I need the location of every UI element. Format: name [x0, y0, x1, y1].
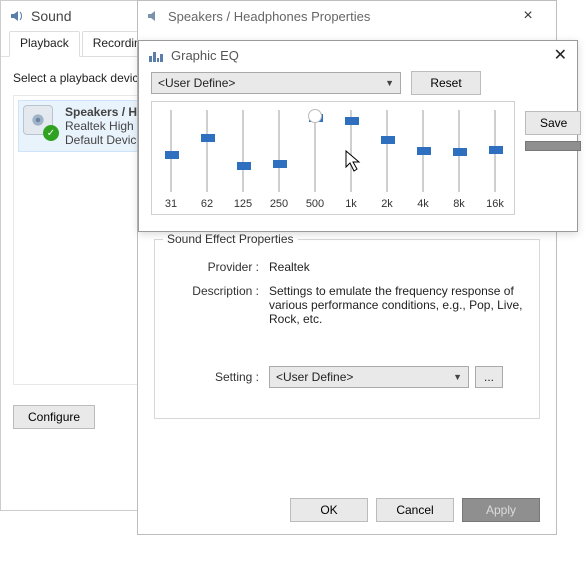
reset-button[interactable]: Reset — [411, 71, 481, 95]
sound-title: Sound — [31, 8, 71, 24]
apply-button[interactable]: Apply — [462, 498, 540, 522]
eq-thumb[interactable] — [453, 148, 467, 156]
eq-side-buttons: Save — [525, 111, 581, 151]
speaker-device-icon — [29, 111, 47, 129]
eq-thumb[interactable] — [201, 134, 215, 142]
eq-band-1k[interactable]: 1k — [340, 110, 362, 210]
description-value: Settings to emulate the frequency respon… — [269, 284, 525, 326]
eq-band-label: 8k — [453, 198, 465, 210]
eq-band-label: 16k — [486, 198, 504, 210]
eq-band-label: 125 — [234, 198, 252, 210]
setting-select[interactable]: <User Define> ▼ — [269, 366, 469, 388]
close-icon[interactable]: ✕ — [539, 45, 567, 65]
eq-sliders: 31 62 125 250 500 1k 2k 4k 8k 16k — [151, 101, 515, 215]
setting-label: Setting : — [169, 370, 269, 384]
eq-band-label: 31 — [165, 198, 177, 210]
eq-band-2k[interactable]: 2k — [376, 110, 398, 210]
chevron-down-icon: ▼ — [385, 78, 394, 88]
eq-band-500[interactable]: 500 — [304, 110, 326, 210]
eq-thumb[interactable] — [273, 160, 287, 168]
properties-title: Speakers / Headphones Properties — [168, 9, 370, 24]
eq-band-label: 4k — [417, 198, 429, 210]
eq-band-label: 250 — [270, 198, 288, 210]
description-label: Description : — [169, 284, 269, 326]
eq-thumb[interactable] — [165, 151, 179, 159]
provider-label: Provider : — [169, 260, 269, 274]
device-icon: ✓ — [23, 105, 57, 139]
eq-band-125[interactable]: 125 — [232, 110, 254, 210]
eq-title: Graphic EQ — [171, 48, 239, 63]
ok-button[interactable]: OK — [290, 498, 368, 522]
eq-band-label: 62 — [201, 198, 213, 210]
eq-band-label: 500 — [306, 198, 324, 210]
eq-thumb[interactable] — [345, 117, 359, 125]
eq-band-250[interactable]: 250 — [268, 110, 290, 210]
save-button[interactable]: Save — [525, 111, 581, 135]
eq-thumb[interactable] — [489, 146, 503, 154]
eq-thumb[interactable] — [381, 136, 395, 144]
eq-band-16k[interactable]: 16k — [484, 110, 506, 210]
chevron-down-icon: ▼ — [453, 372, 462, 382]
groupbox-legend: Sound Effect Properties — [163, 232, 298, 246]
eq-band-62[interactable]: 62 — [196, 110, 218, 210]
eq-icon — [149, 48, 163, 62]
configure-button[interactable]: Configure — [13, 405, 95, 429]
check-icon: ✓ — [43, 125, 59, 141]
close-icon[interactable]: × — [508, 7, 548, 25]
eq-disabled-button — [525, 141, 581, 151]
eq-band-31[interactable]: 31 — [160, 110, 182, 210]
setting-value: <User Define> — [276, 370, 353, 384]
sound-effect-groupbox: Sound Effect Properties Provider : Realt… — [154, 239, 540, 419]
properties-footer: OK Cancel Apply — [290, 498, 540, 522]
tab-playback[interactable]: Playback — [9, 31, 80, 57]
eq-preset-value: <User Define> — [158, 76, 235, 90]
eq-toprow: <User Define> ▼ Reset — [139, 69, 577, 101]
eq-band-label: 2k — [381, 198, 393, 210]
speaker-icon — [9, 8, 25, 24]
eq-thumb[interactable] — [417, 147, 431, 155]
cancel-button[interactable]: Cancel — [376, 498, 454, 522]
eq-band-8k[interactable]: 8k — [448, 110, 470, 210]
speaker-icon — [146, 8, 162, 24]
eq-sliders-wrap: 31621252505001k2k4k8k16k Save — [139, 101, 577, 215]
eq-band-4k[interactable]: 4k — [412, 110, 434, 210]
setting-ellipsis-button[interactable]: ... — [475, 366, 503, 388]
graphic-eq-window: Graphic EQ ✕ <User Define> ▼ Reset 31 62 1… — [138, 40, 578, 232]
eq-preset-select[interactable]: <User Define> ▼ — [151, 72, 401, 94]
properties-titlebar: Speakers / Headphones Properties × — [138, 1, 556, 31]
eq-thumb[interactable] — [237, 162, 251, 170]
eq-titlebar: Graphic EQ ✕ — [139, 41, 577, 69]
eq-band-label: 1k — [345, 198, 357, 210]
provider-value: Realtek — [269, 260, 525, 274]
